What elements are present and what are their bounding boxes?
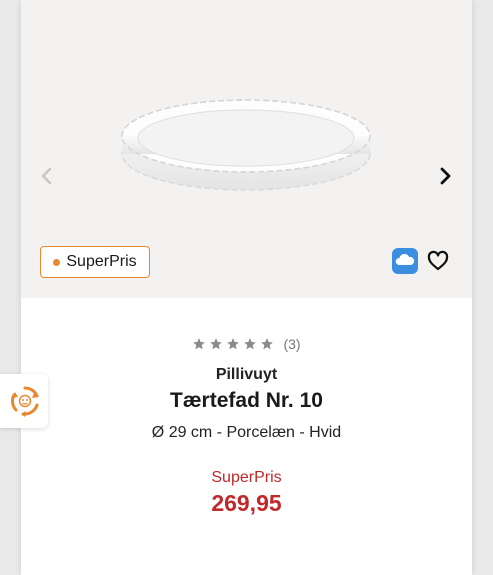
side-widget-button[interactable] — [0, 374, 48, 428]
product-image-gallery[interactable]: SuperPris — [21, 0, 472, 298]
star-icon — [227, 338, 240, 350]
product-description: Ø 29 cm - Porcelæn - Hvid — [151, 424, 342, 441]
chevron-left-icon[interactable] — [35, 164, 59, 188]
price-label: SuperPris — [211, 469, 282, 486]
rating-count[interactable]: (3) — [283, 336, 300, 352]
rating[interactable]: (3) — [21, 336, 472, 352]
star-icon — [244, 338, 257, 350]
heart-icon[interactable] — [426, 249, 450, 273]
star-icon — [193, 338, 206, 350]
product-image — [121, 99, 371, 191]
star-icon — [210, 338, 223, 350]
chevron-right-icon[interactable] — [433, 164, 457, 188]
badge-label: SuperPris — [66, 253, 137, 270]
cloud-icon[interactable] — [392, 248, 418, 274]
recycle-icon — [11, 386, 39, 417]
badge-dot-icon — [53, 258, 61, 266]
star-icon — [261, 338, 274, 350]
product-brand[interactable]: Pillivuyt — [21, 366, 472, 384]
product-name: Tærtefad Nr. 10 — [170, 389, 323, 412]
superpris-badge: SuperPris — [40, 246, 150, 278]
product-price: 269,95 — [211, 490, 282, 516]
product-card: SuperPris (3) Pillivuyt Tærtefad Nr. 10 … — [21, 0, 472, 575]
